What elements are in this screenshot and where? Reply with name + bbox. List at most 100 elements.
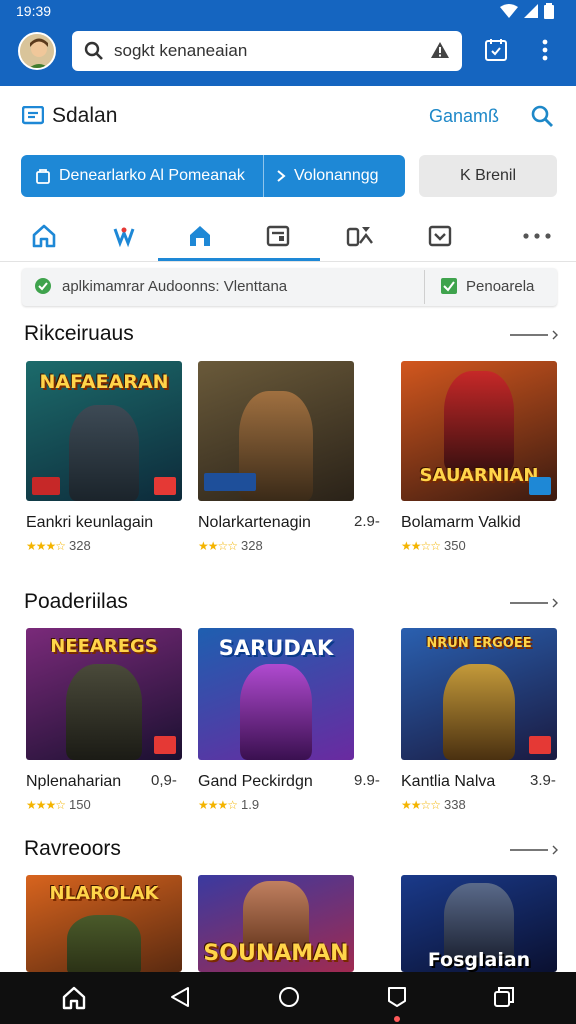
game-price: 3.9- [530, 772, 556, 789]
checkbox-icon [441, 278, 457, 294]
rating-count: 328 [241, 538, 263, 553]
game-thumbnail: NAFAEARAN [26, 361, 182, 501]
rating-row: ★★★☆ 1.9 [198, 797, 356, 812]
secondary-button[interactable]: Volonanngg [264, 155, 405, 197]
section-title: Ravreoors [24, 837, 121, 860]
home-tab-icon[interactable] [30, 222, 58, 250]
primary-button-label: Denearlarko Al Pomeanak [59, 167, 245, 184]
star-rating-icon: ★★☆☆ [198, 538, 238, 553]
filter-right-label: Penoarela [466, 277, 535, 295]
header-search-icon[interactable] [530, 104, 554, 133]
search-icon [84, 41, 103, 60]
more-tabs-icon[interactable] [522, 222, 552, 250]
game-thumbnail: SAUARNIAN [401, 361, 557, 501]
rating-count: 350 [444, 538, 466, 553]
status-time: 19:39 [16, 3, 52, 19]
circle-home-nav-icon[interactable] [278, 986, 300, 1013]
chevron-right-icon [552, 845, 558, 855]
games-tab-icon[interactable] [186, 222, 214, 250]
see-all-link[interactable] [510, 598, 558, 608]
filter-bar: aplkimamrar Audoonns: Vlenttana Penoarel… [22, 268, 557, 306]
page-header: Sdalan Ganamß [0, 90, 576, 146]
see-all-dots-icon [510, 849, 548, 851]
game-name: Nolarkartenagin [198, 514, 311, 531]
chevron-right-icon [552, 330, 558, 340]
status-icons [500, 3, 554, 19]
search-input[interactable]: sogkt kenaneaian [72, 31, 462, 71]
ghost-button[interactable]: K Brenil [419, 155, 557, 197]
movie-tab-icon[interactable] [426, 222, 454, 250]
game-card[interactable]: NAFAEARAN Eankri keunlagain ★★★☆ 328 [26, 361, 184, 553]
game-art-title: Fosglaian [427, 949, 531, 971]
star-rating-icon: ★★★☆ [26, 538, 66, 553]
game-price: 0,9- [151, 772, 177, 789]
star-rating-icon: ★★☆☆ [401, 797, 441, 812]
home-nav-icon[interactable] [62, 986, 86, 1015]
game-price: 2.9- [354, 513, 380, 530]
section-title: Rikceiruaus [24, 322, 134, 345]
check-circle-icon [35, 278, 51, 294]
signal-icon [524, 4, 538, 18]
chart-tab-icon[interactable] [346, 222, 374, 250]
filter-right[interactable]: Penoarela [440, 277, 534, 295]
see-all-dots-icon [510, 334, 548, 336]
game-art-title: SOUNAMAN [203, 941, 349, 966]
game-name: Bolamarm Valkid [401, 514, 521, 531]
back-nav-icon[interactable] [170, 986, 190, 1013]
game-art-title: NAFAEARAN [39, 371, 169, 393]
game-thumbnail [198, 361, 354, 501]
game-thumbnail: Fosglaian [401, 875, 557, 972]
see-all-link[interactable] [510, 330, 558, 340]
notification-dot [394, 1016, 400, 1022]
brand-title: Sdalan [52, 104, 118, 127]
search-text: sogkt kenaneaian [114, 41, 248, 60]
primary-button[interactable]: Denearlarko Al Pomeanak [21, 155, 264, 197]
more-vert-icon[interactable] [540, 38, 550, 67]
calendar-icon[interactable] [484, 38, 508, 67]
recents-nav-icon[interactable] [493, 986, 515, 1013]
game-card[interactable]: Fosglaian [401, 875, 559, 972]
game-card[interactable]: SOUNAMAN [198, 875, 356, 972]
section-title: Poaderiilas [24, 590, 128, 613]
bookmark-nav-icon[interactable] [387, 986, 407, 1013]
game-card[interactable]: NLAROLAK [26, 875, 184, 972]
see-all-link[interactable] [510, 845, 558, 855]
rating-count: 328 [69, 538, 91, 553]
chevron-right-icon [552, 598, 558, 608]
system-nav-bar [0, 972, 576, 1024]
game-thumbnail: NEEAREGS [26, 628, 182, 760]
games-link[interactable]: Ganamß [429, 106, 499, 127]
rating-row: ★★★☆ 328 [26, 538, 184, 553]
filter-left[interactable]: aplkimamrar Audoonns: Vlenttana [34, 277, 287, 295]
battery-icon [544, 3, 554, 19]
apps-tab-icon[interactable] [110, 222, 138, 250]
alert-icon[interactable] [430, 41, 450, 61]
star-rating-icon: ★★★☆ [26, 797, 66, 812]
active-tab-indicator [158, 258, 320, 261]
game-card[interactable]: SARUDAK Gand Peckirdgn ★★★☆ 1.9 [198, 628, 356, 812]
star-rating-icon: ★★☆☆ [401, 538, 441, 553]
game-card[interactable]: Nolarkartenagin ★★☆☆ 328 [198, 361, 356, 553]
game-name: Gand Peckirdgn [198, 773, 313, 790]
split-button: Denearlarko Al Pomeanak Volonanngg [21, 155, 405, 197]
game-card[interactable]: SAUARNIAN Bolamarm Valkid ★★☆☆ 350 [401, 361, 559, 553]
status-bar: 19:39 [0, 0, 576, 24]
secondary-button-label: Volonanngg [294, 167, 379, 184]
category-tab-bar [0, 208, 576, 262]
game-thumbnail: SARUDAK [198, 628, 354, 760]
rating-row: ★★★☆ 150 [26, 797, 184, 812]
avatar[interactable] [18, 32, 56, 70]
rating-count: 1.9 [241, 797, 260, 812]
filter-divider [424, 270, 425, 304]
book-tab-icon[interactable] [264, 222, 292, 250]
game-art-title: NLAROLAK [49, 883, 159, 904]
rating-count: 338 [444, 797, 466, 812]
filter-left-label: aplkimamrar Audoonns: Vlenttana [62, 277, 288, 295]
app-bar: sogkt kenaneaian [0, 24, 576, 86]
rating-count: 150 [69, 797, 91, 812]
game-art-title: NEEAREGS [50, 636, 158, 657]
star-rating-icon: ★★★☆ [198, 797, 238, 812]
see-all-dots-icon [510, 602, 548, 604]
rating-row: ★★☆☆ 350 [401, 538, 559, 553]
chevron-right-icon [277, 170, 286, 182]
